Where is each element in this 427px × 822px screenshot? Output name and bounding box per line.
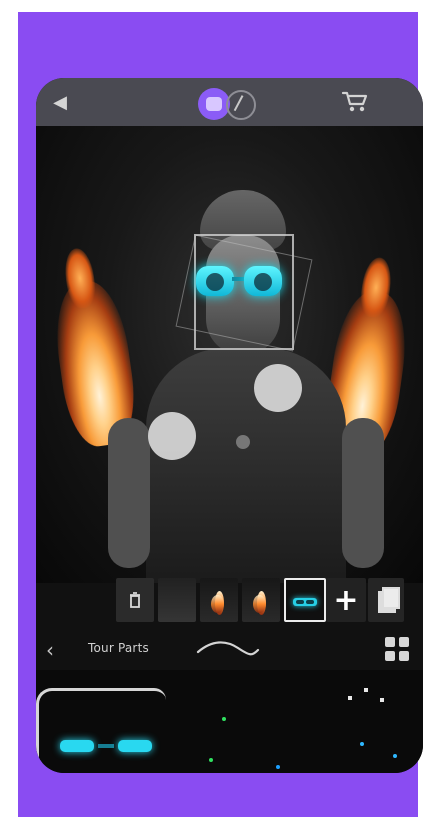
photo-editor-canvas[interactable] — [36, 126, 423, 583]
effect-preview-panel — [36, 670, 423, 773]
top-bar: ◀ — [36, 78, 423, 126]
fire-thumbnail-2[interactable] — [242, 578, 280, 622]
preview-card — [36, 688, 166, 771]
fire-thumbnail-1[interactable] — [200, 578, 238, 622]
plus-icon: + — [333, 582, 359, 618]
brush-icon — [226, 90, 256, 120]
sunglasses-sticker[interactable] — [196, 266, 282, 300]
bottom-nav: ‹ Tour Parts — [36, 628, 423, 670]
curve-icon — [196, 641, 260, 656]
speaker-back-icon[interactable]: ◀ — [46, 88, 74, 116]
effect-thumbnail-strip: + — [116, 578, 416, 626]
grid-button[interactable] — [385, 637, 413, 661]
effect-dot — [360, 742, 364, 746]
add-effect-button[interactable]: + — [326, 578, 366, 622]
editor-logo-group — [198, 84, 274, 120]
duplicate-button[interactable] — [368, 578, 404, 622]
chevron-left-icon[interactable]: ‹ — [46, 638, 64, 662]
effect-dot — [393, 754, 397, 758]
effect-dot — [222, 717, 226, 721]
cart-button[interactable] — [339, 88, 371, 116]
bottom-nav-title: Tour Parts — [88, 641, 149, 655]
body-thumbnail[interactable] — [158, 578, 196, 622]
phone-screen: ◀ + ‹ Tour Parts — [36, 78, 423, 773]
sticker-scale-handle[interactable] — [148, 412, 196, 460]
glasses-thumbnail-selected[interactable] — [284, 578, 326, 622]
cart-icon — [341, 91, 368, 112]
sparkle-dot — [364, 688, 368, 692]
effect-dot — [276, 765, 280, 769]
effect-dot — [209, 758, 213, 762]
delete-button[interactable] — [116, 578, 154, 622]
sparkle-dot — [348, 696, 352, 700]
sparkle-dot — [380, 698, 384, 702]
preview-glasses-icon — [60, 740, 152, 756]
sticker-rotate-handle[interactable] — [254, 364, 302, 412]
trash-icon — [130, 592, 140, 608]
